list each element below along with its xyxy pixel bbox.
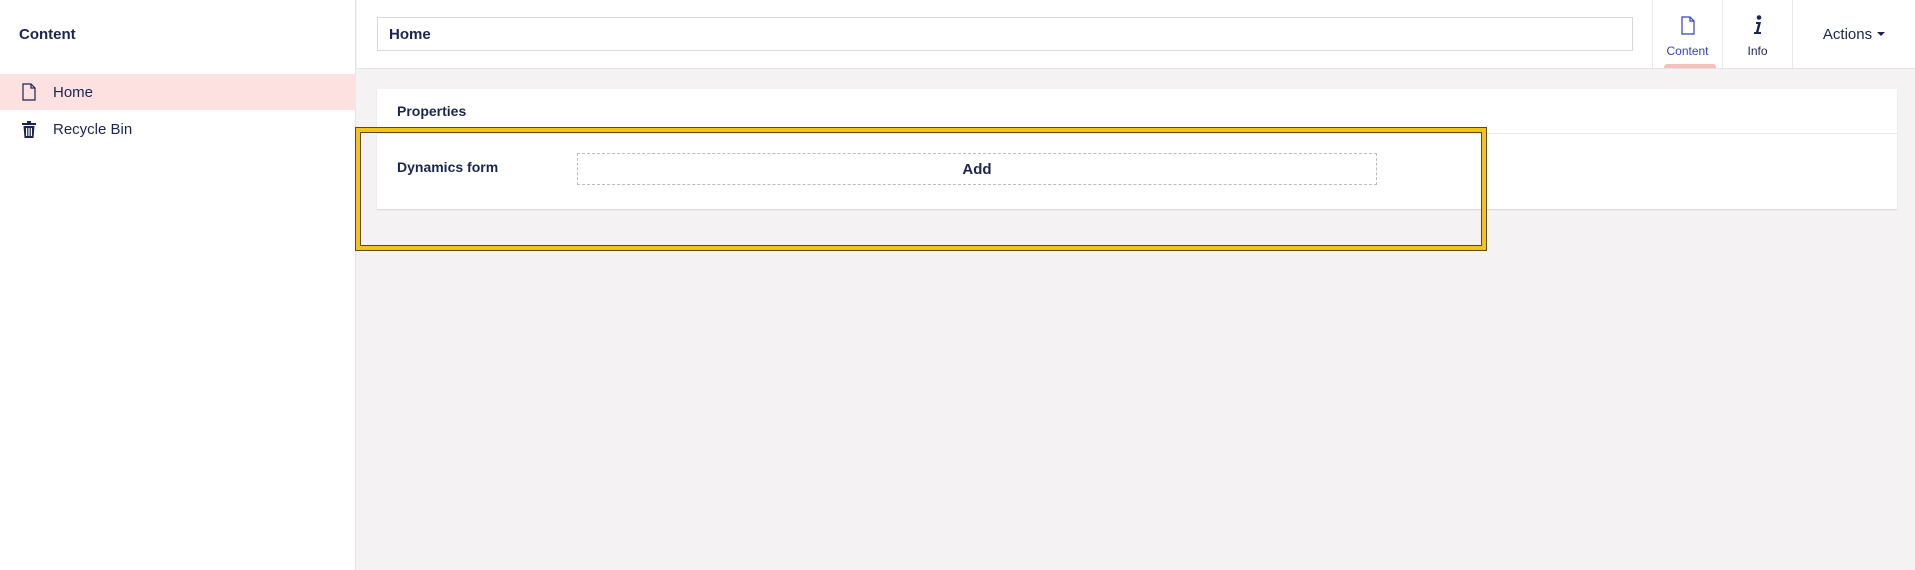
active-tab-indicator xyxy=(1664,64,1716,68)
actions-label: Actions xyxy=(1822,25,1873,43)
document-icon xyxy=(1680,14,1695,36)
tab-label: Info xyxy=(1747,44,1768,58)
sidebar-title: Content xyxy=(19,26,76,43)
property-label: Dynamics form xyxy=(397,159,499,175)
info-icon xyxy=(1753,14,1763,36)
tab-label: Content xyxy=(1666,44,1709,58)
actions-button[interactable]: Actions xyxy=(1792,0,1915,68)
sidebar-item-label: Recycle Bin xyxy=(53,120,133,138)
editor-header: Content Info Actions xyxy=(357,0,1915,69)
properties-panel: Properties Dynamics form Add xyxy=(377,89,1897,209)
caret-down-icon xyxy=(1877,32,1886,36)
panel-title: Properties xyxy=(377,89,1897,134)
add-button[interactable]: Add xyxy=(577,153,1377,185)
tab-content[interactable]: Content xyxy=(1652,0,1722,68)
sidebar: Content Home Recycle Bin xyxy=(0,0,356,570)
sidebar-item-home[interactable]: Home xyxy=(0,74,356,110)
tab-info[interactable]: Info xyxy=(1722,0,1792,68)
sidebar-item-recycle-bin[interactable]: Recycle Bin xyxy=(0,111,356,147)
name-input[interactable] xyxy=(377,17,1633,51)
sidebar-item-label: Home xyxy=(53,83,94,101)
document-icon xyxy=(21,82,37,102)
trash-icon xyxy=(21,119,37,139)
